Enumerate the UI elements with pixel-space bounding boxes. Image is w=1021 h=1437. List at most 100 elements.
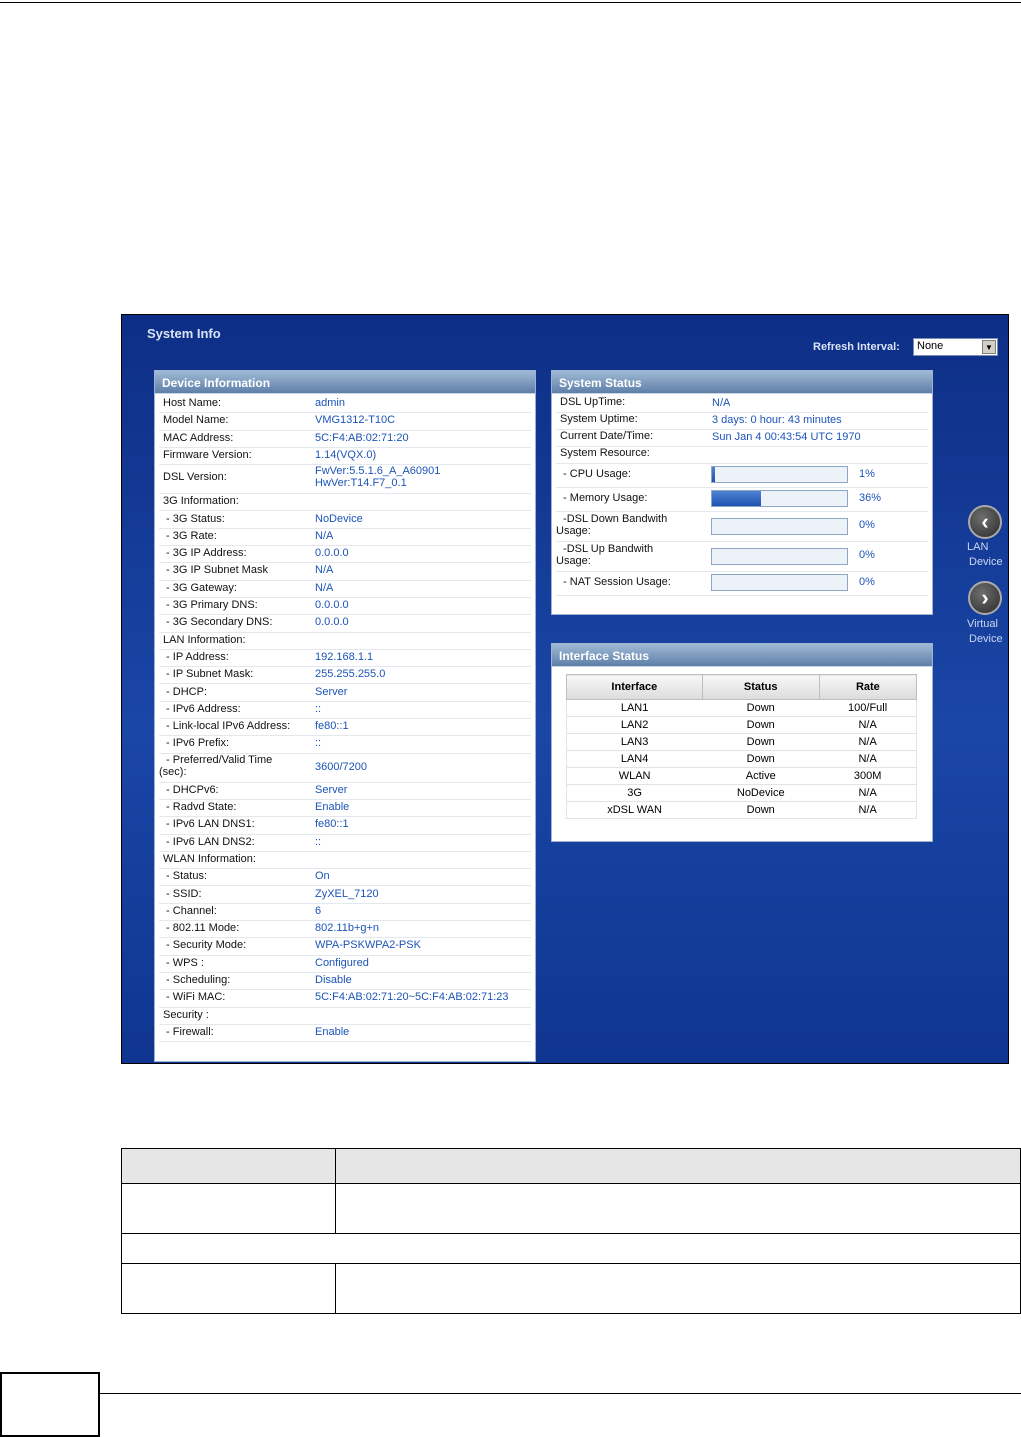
device-info-value: 192.168.1.1 bbox=[315, 650, 374, 663]
device-info-label: - Scheduling: bbox=[163, 974, 231, 986]
device-info-label: - IPv6 Address: bbox=[163, 702, 241, 715]
table-row: LAN1 Down 100/Full bbox=[566, 699, 918, 717]
device-info-row: - SSID: ZyXEL_7120 bbox=[159, 886, 531, 904]
page-title: System Info bbox=[147, 326, 221, 341]
device-info-row: Security : bbox=[159, 1007, 531, 1025]
device-info-label: - 3G Secondary DNS: bbox=[163, 616, 273, 629]
device-info-row: LAN Information: bbox=[159, 632, 531, 650]
device-info-row: - Link-local IPv6 Address: fe80::1 bbox=[159, 718, 531, 737]
device-info-label: DSL Version: bbox=[163, 471, 227, 484]
system-info-screenshot: System Info Refresh Interval: None ▼ Dev… bbox=[121, 314, 1009, 1064]
device-info-row: - IPv6 LAN DNS1: fe80::1 bbox=[159, 816, 531, 835]
device-info-row: 3G Information: bbox=[159, 493, 531, 512]
interface-rate-cell: 300M bbox=[819, 767, 918, 785]
system-resource-label: System Resource: bbox=[560, 447, 650, 459]
table-header-row bbox=[121, 1148, 1021, 1184]
virtual-device-button[interactable]: › bbox=[968, 581, 1002, 615]
col-header-interface: Interface bbox=[566, 674, 703, 700]
device-info-row: - Channel: 6 bbox=[159, 903, 531, 922]
system-uptime-value: 3 days: 0 hour: 43 minutes bbox=[712, 414, 842, 426]
interface-rate-cell: N/A bbox=[819, 750, 918, 768]
virtual-device-label[interactable]: Virtual Device bbox=[967, 617, 1003, 647]
device-info-value: 0.0.0.0 bbox=[315, 616, 349, 629]
device-info-label: Model Name: bbox=[163, 414, 229, 427]
table-row: LAN2 Down N/A bbox=[566, 716, 918, 734]
device-info-row: WLAN Information: bbox=[159, 851, 531, 870]
lan-device-label-line1: LAN bbox=[967, 541, 989, 553]
resource-usage-label: -DSL Up Bandwith bbox=[560, 543, 654, 555]
device-info-row: - WPS : Configured bbox=[159, 955, 531, 973]
table-divider bbox=[335, 1183, 336, 1234]
interface-status-title: Interface Status bbox=[552, 644, 932, 667]
interface-interface-cell: LAN2 bbox=[566, 716, 703, 734]
table-row: LAN3 Down N/A bbox=[566, 733, 918, 751]
usage-progress-bar bbox=[711, 574, 848, 591]
device-info-label: Firmware Version: bbox=[163, 448, 252, 461]
device-info-label: - DHCP: bbox=[163, 685, 207, 698]
interface-interface-cell: LAN1 bbox=[566, 699, 703, 717]
device-info-value: admin bbox=[315, 397, 345, 409]
interface-interface-cell: xDSL WAN bbox=[566, 801, 703, 819]
lan-device-label[interactable]: LAN Device bbox=[967, 540, 1003, 570]
device-info-label: - 3G Status: bbox=[163, 512, 225, 525]
device-info-label: Host Name: bbox=[163, 397, 222, 409]
interface-status-table: Interface Status Rate LAN1 Down 100/Full LA… bbox=[566, 674, 918, 819]
device-information-title: Device Information bbox=[155, 371, 535, 394]
device-info-row: - 3G Secondary DNS: 0.0.0.0 bbox=[159, 614, 531, 633]
device-info-value: On bbox=[315, 870, 330, 883]
device-information-panel: Device Information Host Name: admin Model … bbox=[154, 370, 536, 1062]
interface-status-cell: Down bbox=[702, 699, 820, 717]
interface-status-cell: Down bbox=[702, 716, 820, 734]
resource-usage-row: -DSL Up Bandwith Usage: 0% bbox=[556, 541, 928, 572]
interface-status-cell: Down bbox=[702, 733, 820, 751]
device-info-value: Server bbox=[315, 783, 348, 796]
device-info-label: Security : bbox=[163, 1008, 209, 1021]
device-info-row: - Status: On bbox=[159, 868, 531, 887]
device-info-row: - Firewall: Enable bbox=[159, 1024, 531, 1043]
system-status-title: System Status bbox=[552, 371, 932, 394]
interface-status-cell: NoDevice bbox=[702, 784, 820, 802]
device-info-label: LAN Information: bbox=[163, 633, 246, 646]
system-status-panel: System Status DSL UpTime: N/A System Upt… bbox=[551, 370, 933, 615]
device-info-label: - WiFi MAC: bbox=[163, 991, 226, 1004]
device-info-row: - 3G Gateway: N/A bbox=[159, 580, 531, 598]
system-resource-row: System Resource: bbox=[556, 446, 928, 464]
device-info-label: - 802.11 Mode: bbox=[163, 922, 240, 935]
device-info-value: NoDevice bbox=[315, 512, 363, 525]
chevron-down-icon[interactable]: ▼ bbox=[982, 340, 996, 354]
device-info-row: - WiFi MAC: 5C:F4:AB:02:71:20~5C:F4:AB:02… bbox=[159, 989, 531, 1008]
table-row: xDSL WAN Down N/A bbox=[566, 801, 918, 819]
label-description-table bbox=[121, 1148, 1021, 1314]
interface-interface-cell: 3G bbox=[566, 784, 703, 802]
device-info-row: - Radvd State: Enable bbox=[159, 799, 531, 818]
device-info-label: - IP Subnet Mask: bbox=[163, 668, 254, 681]
device-info-label: - DHCPv6: bbox=[163, 783, 219, 796]
device-info-value: Enable bbox=[315, 801, 350, 813]
virtual-device-label-line1: Virtual bbox=[967, 618, 998, 630]
device-info-row: - 3G Status: NoDevice bbox=[159, 511, 531, 529]
system-uptime-row: System Uptime: 3 days: 0 hour: 43 minute… bbox=[556, 412, 928, 430]
device-info-value: N/A bbox=[315, 564, 334, 577]
device-info-label: - WPS : bbox=[163, 956, 204, 969]
device-info-label: - IPv6 LAN DNS2: bbox=[163, 835, 255, 848]
resource-usage-row: -DSL Down Bandwith Usage: 0% bbox=[556, 511, 928, 542]
lan-device-label-line2: Device bbox=[969, 556, 1003, 568]
lan-device-button[interactable]: ‹ bbox=[968, 505, 1002, 539]
device-info-value: 255.255.255.0 bbox=[315, 668, 386, 681]
device-info-value: fe80::1 bbox=[315, 720, 349, 733]
device-info-row: Model Name: VMG1312-T10C bbox=[159, 412, 531, 431]
refresh-interval-select[interactable]: None ▼ bbox=[913, 338, 998, 356]
table-divider bbox=[335, 1148, 336, 1184]
table-row: WLAN Active 300M bbox=[566, 767, 918, 785]
device-info-value: 1.14(VQX.0) bbox=[315, 448, 377, 461]
device-info-row: - 3G Rate: N/A bbox=[159, 528, 531, 547]
device-info-label: - 3G IP Subnet Mask bbox=[163, 564, 268, 577]
device-info-label: - Link-local IPv6 Address: bbox=[163, 720, 291, 733]
system-uptime-label: System Uptime: bbox=[560, 413, 638, 425]
col-header-rate: Rate bbox=[818, 674, 918, 700]
device-info-label: - Firewall: bbox=[163, 1025, 214, 1038]
device-info-row: - 3G IP Subnet Mask N/A bbox=[159, 562, 531, 581]
interface-status-panel: Interface Status Interface Status Rate L… bbox=[551, 643, 933, 842]
table-row: 3G NoDevice N/A bbox=[566, 784, 918, 802]
device-info-row: - IP Address: 192.168.1.1 bbox=[159, 649, 531, 668]
